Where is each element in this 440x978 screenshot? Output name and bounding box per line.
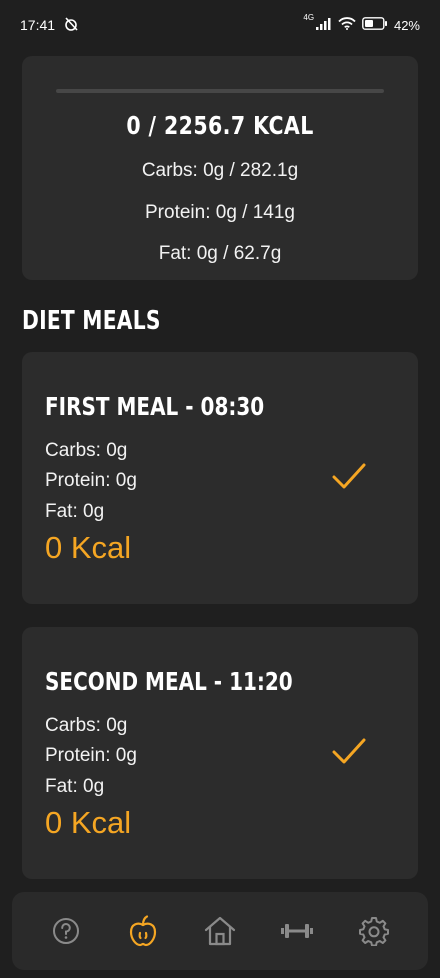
check-icon[interactable] bbox=[332, 462, 366, 490]
home-icon bbox=[204, 916, 236, 946]
bottom-nav bbox=[12, 892, 428, 970]
wifi-icon bbox=[338, 17, 356, 33]
meal-title: FIRST MEAL - 08:30 bbox=[45, 392, 265, 421]
meal-carbs: Carbs: 0g bbox=[45, 715, 128, 736]
mute-alarm-icon bbox=[63, 16, 79, 35]
help-icon bbox=[53, 918, 80, 944]
meal-fat: Fat: 0g bbox=[45, 776, 105, 797]
nav-help[interactable] bbox=[46, 911, 86, 951]
dumbbell-icon bbox=[280, 924, 313, 938]
daily-summary-card: 0 / 2256.7 KCAL Carbs: 0g / 282.1g Prote… bbox=[22, 56, 418, 280]
nav-diet[interactable] bbox=[123, 911, 163, 951]
settings-icon bbox=[358, 917, 389, 946]
meal-title: SECOND MEAL - 11:20 bbox=[45, 667, 293, 696]
battery-icon bbox=[362, 17, 388, 33]
signal-icon: 4G bbox=[303, 13, 332, 33]
apple-icon bbox=[130, 915, 157, 947]
summary-carbs: Carbs: 0g / 282.1g bbox=[141, 160, 299, 181]
meal-kcal: 0 Kcal bbox=[45, 530, 132, 565]
kcal-total: 0 / 2256.7 KCAL bbox=[126, 111, 314, 140]
summary-protein: Protein: 0g / 141g bbox=[145, 202, 295, 223]
meal-fat: Fat: 0g bbox=[45, 501, 105, 522]
meal-card[interactable]: SECOND MEAL - 11:20 Carbs: 0g Protein: 0… bbox=[22, 627, 418, 879]
meal-kcal: 0 Kcal bbox=[45, 805, 132, 840]
status-bar: 17:41 4G 42% bbox=[0, 0, 440, 50]
meal-protein: Protein: 0g bbox=[45, 470, 137, 491]
nav-settings[interactable] bbox=[354, 911, 394, 951]
network-type: 4G bbox=[303, 13, 315, 22]
meal-protein: Protein: 0g bbox=[45, 745, 137, 766]
battery-percent: 42% bbox=[393, 17, 420, 33]
meal-carbs: Carbs: 0g bbox=[45, 440, 128, 461]
nav-home[interactable] bbox=[200, 911, 240, 951]
section-title: DIET MEALS bbox=[22, 306, 161, 336]
summary-fat: Fat: 0g / 62.7g bbox=[158, 243, 282, 264]
meal-card[interactable]: FIRST MEAL - 08:30 Carbs: 0g Protein: 0g… bbox=[22, 352, 418, 604]
nav-workout[interactable] bbox=[277, 911, 317, 951]
status-time: 17:41 bbox=[20, 17, 56, 33]
check-icon[interactable] bbox=[332, 737, 366, 765]
kcal-progress-bar bbox=[56, 89, 384, 93]
